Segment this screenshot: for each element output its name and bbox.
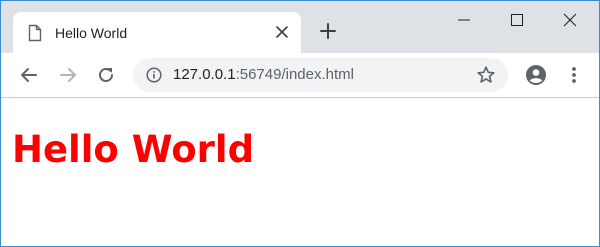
back-button[interactable] bbox=[18, 64, 40, 86]
url-host: 127.0.0.1 bbox=[173, 66, 236, 83]
page-content: Hello World bbox=[1, 98, 599, 246]
tab-hello-world[interactable]: Hello World bbox=[13, 12, 301, 53]
reload-button[interactable] bbox=[95, 64, 117, 86]
page-heading: Hello World bbox=[12, 128, 255, 171]
tab-strip: Hello World bbox=[1, 1, 599, 53]
window-close-button[interactable] bbox=[547, 1, 593, 37]
plus-icon[interactable] bbox=[319, 22, 337, 40]
info-icon[interactable] bbox=[146, 67, 162, 83]
close-icon bbox=[563, 13, 577, 27]
account-button[interactable] bbox=[525, 64, 547, 86]
more-vert-icon bbox=[572, 67, 576, 83]
minimize-icon bbox=[458, 19, 470, 21]
maximize-button[interactable] bbox=[494, 1, 540, 37]
url-path: :56749/index.html bbox=[235, 66, 354, 83]
reload-icon bbox=[99, 68, 113, 82]
menu-button[interactable] bbox=[563, 64, 585, 86]
minimize-button[interactable] bbox=[441, 1, 487, 37]
arrow-forward-icon bbox=[60, 68, 76, 82]
url-text[interactable]: 127.0.0.1:56749/index.html bbox=[173, 66, 354, 84]
browser-window: Hello World 127.0.0.1:56749/index.html H… bbox=[0, 0, 600, 247]
maximize-icon bbox=[511, 14, 523, 26]
account-icon bbox=[526, 65, 546, 85]
tab-title: Hello World bbox=[55, 25, 128, 41]
close-icon[interactable] bbox=[275, 25, 289, 39]
address-bar[interactable]: 127.0.0.1:56749/index.html bbox=[133, 58, 508, 92]
browser-toolbar: 127.0.0.1:56749/index.html bbox=[1, 53, 599, 98]
arrow-back-icon bbox=[21, 68, 37, 82]
forward-button[interactable] bbox=[57, 64, 79, 86]
document-icon bbox=[28, 24, 42, 42]
star-icon[interactable] bbox=[476, 65, 496, 85]
